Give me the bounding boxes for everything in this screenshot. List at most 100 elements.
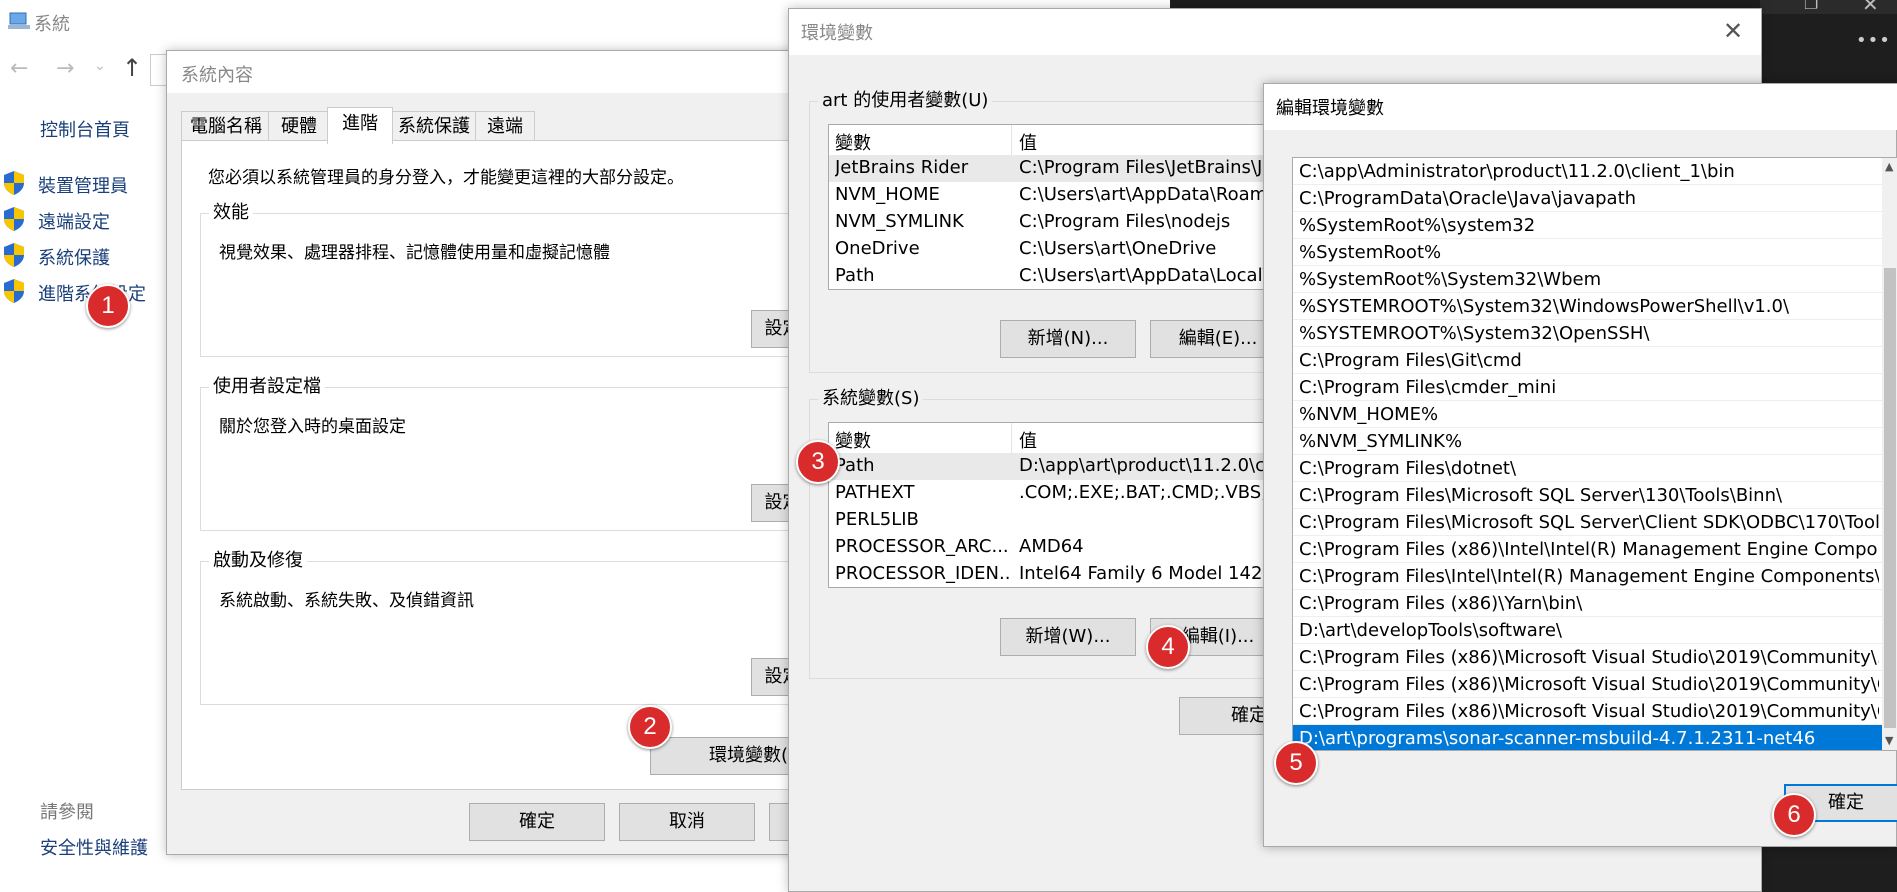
list-item[interactable]: C:\Program Files\Git\cmd xyxy=(1293,347,1883,374)
back-arrow-icon[interactable]: ← xyxy=(10,56,28,81)
path-entry: C:\Program Files\dotnet\ xyxy=(1299,458,1517,479)
table-row[interactable]: OneDrive C:\Users\art\OneDrive xyxy=(829,236,1309,263)
scroll-up-icon[interactable]: ▲ xyxy=(1885,160,1893,173)
list-item[interactable]: C:\ProgramData\Oracle\Java\javapath xyxy=(1293,185,1883,212)
table-row[interactable]: JetBrains Rider C:\Program Files\JetBrai… xyxy=(829,155,1309,182)
table-row[interactable]: PROCESSOR_IDEN... Intel64 Family 6 Model… xyxy=(829,561,1309,588)
close-icon[interactable]: ✕ xyxy=(1862,0,1879,16)
list-item[interactable]: C:\Program Files\Intel\Intel(R) Manageme… xyxy=(1293,563,1883,590)
list-item[interactable]: %NVM_SYMLINK% xyxy=(1293,428,1883,455)
path-entry: C:\Program Files\Intel\Intel(R) Manageme… xyxy=(1299,566,1879,587)
list-item[interactable]: C:\Program Files (x86)\Yarn\bin\ xyxy=(1293,590,1883,617)
close-icon[interactable]: ✕ xyxy=(1723,17,1743,45)
chevron-down-icon[interactable]: ⌄ xyxy=(94,58,106,74)
up-arrow-icon[interactable]: ↑ xyxy=(122,54,142,82)
control-panel-home-link[interactable]: 控制台首頁 xyxy=(40,116,130,142)
list-item-selected[interactable]: D:\art\programs\sonar-scanner-msbuild-4.… xyxy=(1293,725,1883,750)
column-header-value[interactable]: 值 xyxy=(1019,427,1279,453)
column-header-value[interactable]: 值 xyxy=(1019,129,1279,155)
scrollbar-thumb[interactable] xyxy=(1884,268,1896,728)
list-item[interactable]: C:\Program Files\dotnet\ xyxy=(1293,455,1883,482)
table-row[interactable]: NVM_HOME C:\Users\art\AppData\Roami xyxy=(829,182,1309,209)
side-link-system-protection[interactable]: 系統保護 xyxy=(2,242,110,270)
list-item[interactable]: %SystemRoot%\System32\Wbem xyxy=(1293,266,1883,293)
path-entry: %SystemRoot% xyxy=(1299,242,1442,263)
group-title: art 的使用者變數(U) xyxy=(818,89,993,113)
path-entry: C:\Program Files\cmder_mini xyxy=(1299,377,1557,398)
list-item[interactable]: %SystemRoot%\system32 xyxy=(1293,212,1883,239)
table-row[interactable]: PROCESSOR_ARC... AMD64 xyxy=(829,534,1309,561)
path-entry: C:\Program Files\Git\cmd xyxy=(1299,350,1522,371)
list-item[interactable]: C:\Program Files (x86)\Intel\Intel(R) Ma… xyxy=(1293,536,1883,563)
sysprops-cancel-button[interactable]: 取消 xyxy=(619,803,755,841)
restore-icon[interactable]: ❐ xyxy=(1804,0,1818,13)
variable-value: C:\Users\art\AppData\Local\ xyxy=(1019,265,1269,286)
list-header: 變數 值 xyxy=(829,125,1309,156)
annotation-badge-4: 4 xyxy=(1146,625,1190,669)
user-profiles-group: 使用者設定檔 關於您登入時的桌面設定 設定( xyxy=(200,375,821,531)
list-item[interactable]: %SystemRoot% xyxy=(1293,239,1883,266)
list-item[interactable]: C:\Program Files\cmder_mini xyxy=(1293,374,1883,401)
table-row[interactable]: Path C:\Users\art\AppData\Local\ xyxy=(829,263,1309,290)
shield-icon xyxy=(4,279,24,303)
column-header-variable[interactable]: 變數 xyxy=(835,427,1011,453)
system-variables-group: 系統變數(S) 變數 值 Path D:\app\art\product\11.… xyxy=(809,387,1309,679)
group-description: 關於您登入時的桌面設定 xyxy=(219,417,406,437)
edit-environment-variable-dialog: 編輯環境變數 C:\app\Administrator\product\11.2… xyxy=(1263,83,1897,847)
list-item[interactable]: C:\Program Files (x86)\Microsoft Visual … xyxy=(1293,698,1883,725)
path-entry: D:\art\programs\sonar-scanner-msbuild-4.… xyxy=(1299,728,1816,749)
path-entry: %NVM_HOME% xyxy=(1299,404,1439,425)
side-link-advanced-system-settings[interactable]: 進階系統設定 xyxy=(2,278,146,306)
tab-label: 進階 xyxy=(342,113,378,134)
table-row[interactable]: Path D:\app\art\product\11.2.0\cli xyxy=(829,453,1309,480)
table-row[interactable]: PATHEXT .COM;.EXE;.BAT;.CMD;.VBS;.VE xyxy=(829,480,1309,507)
column-header-variable[interactable]: 變數 xyxy=(835,129,1011,155)
list-item[interactable]: C:\Program Files (x86)\Microsoft Visual … xyxy=(1293,644,1883,671)
tab-computer-name[interactable]: 電腦名稱 xyxy=(181,111,271,142)
list-item[interactable]: %NVM_HOME% xyxy=(1293,401,1883,428)
shield-icon xyxy=(4,207,24,231)
list-item[interactable]: C:\Program Files (x86)\Microsoft Visual … xyxy=(1293,671,1883,698)
variable-value: D:\app\art\product\11.2.0\cli xyxy=(1019,455,1275,476)
performance-group: 效能 視覺效果、處理器排程、記憶體使用量和虛擬記憶體 設定( xyxy=(200,201,821,357)
editenv-title: 編輯環境變數 xyxy=(1276,98,1384,119)
forward-arrow-icon[interactable]: → xyxy=(56,56,74,81)
list-item[interactable]: C:\app\Administrator\product\11.2.0\clie… xyxy=(1293,158,1883,185)
list-item[interactable]: C:\Program Files\Microsoft SQL Server\Cl… xyxy=(1293,509,1883,536)
tab-label: 遠端 xyxy=(487,116,523,137)
list-item[interactable]: %SYSTEMROOT%\System32\WindowsPowerShell\… xyxy=(1293,293,1883,320)
list-item[interactable]: D:\art\developTools\software\ xyxy=(1293,617,1883,644)
tab-system-protection[interactable]: 系統保護 xyxy=(390,111,478,142)
sysprops-tab-strip: 電腦名稱 硬體 進階 系統保護 遠端 xyxy=(181,107,791,144)
path-entry: %NVM_SYMLINK% xyxy=(1299,431,1463,452)
path-list[interactable]: C:\app\Administrator\product\11.2.0\clie… xyxy=(1292,157,1897,751)
path-entry: %SYSTEMROOT%\System32\OpenSSH\ xyxy=(1299,323,1650,344)
list-item[interactable]: C:\Program Files\Microsoft SQL Server\13… xyxy=(1293,482,1883,509)
list-item[interactable]: %SYSTEMROOT%\System32\OpenSSH\ xyxy=(1293,320,1883,347)
path-entry: C:\Program Files (x86)\Yarn\bin\ xyxy=(1299,593,1583,614)
group-description: 系統啟動、系統失敗、及偵錯資訊 xyxy=(219,591,474,611)
tab-label: 電腦名稱 xyxy=(190,116,262,137)
security-maintenance-link[interactable]: 安全性與維護 xyxy=(40,834,148,860)
vertical-scrollbar[interactable]: ▲ ▼ xyxy=(1882,158,1897,750)
user-variables-group: art 的使用者變數(U) 變數 值 JetBrains Rider C:\Pr… xyxy=(809,89,1309,373)
tab-remote[interactable]: 遠端 xyxy=(475,111,535,142)
user-new-button[interactable]: 新增(N)... xyxy=(1000,320,1136,358)
nav-bar: ← → ⌄ ↑ xyxy=(0,52,172,88)
side-link-remote-settings[interactable]: 遠端設定 xyxy=(2,206,110,234)
side-link-device-manager[interactable]: 裝置管理員 xyxy=(2,170,128,198)
sysprops-ok-button[interactable]: 確定 xyxy=(469,803,605,841)
table-row[interactable]: PERL5LIB xyxy=(829,507,1309,534)
group-title: 使用者設定檔 xyxy=(209,375,325,399)
scroll-down-icon[interactable]: ▼ xyxy=(1885,734,1893,747)
variable-name: NVM_HOME xyxy=(835,184,940,205)
annotation-badge-5: 5 xyxy=(1274,741,1318,785)
path-entry: C:\Program Files (x86)\Intel\Intel(R) Ma… xyxy=(1299,539,1879,560)
tab-advanced[interactable]: 進階 xyxy=(327,107,393,144)
table-row[interactable]: NVM_SYMLINK C:\Program Files\nodejs xyxy=(829,209,1309,236)
system-new-button[interactable]: 新增(W)... xyxy=(1000,618,1136,656)
environment-variables-button[interactable]: 環境變數(N xyxy=(650,737,800,775)
more-options-icon[interactable]: ••• xyxy=(1856,30,1891,51)
tab-hardware[interactable]: 硬體 xyxy=(268,111,330,142)
group-description: 視覺效果、處理器排程、記憶體使用量和虛擬記憶體 xyxy=(219,243,610,263)
